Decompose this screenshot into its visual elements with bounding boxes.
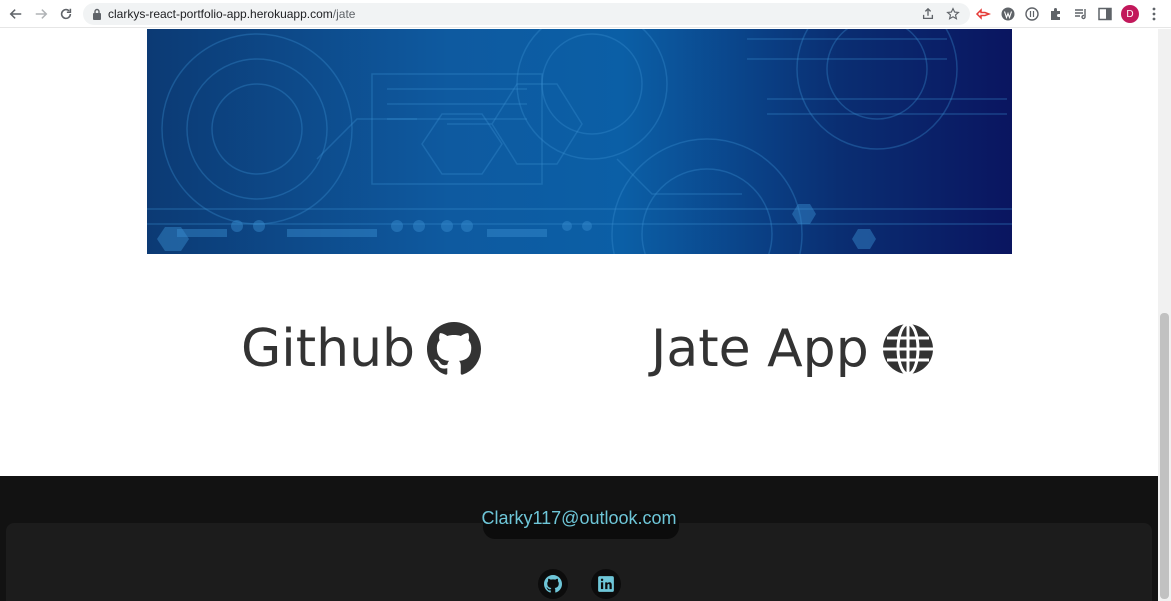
page-viewport: Github Jate App Clarky117@outlook.com: [0, 29, 1158, 601]
globe-icon: [882, 322, 933, 376]
forward-button[interactable]: [31, 4, 51, 24]
project-banner-image: [147, 29, 1012, 254]
jate-app-link-label: Jate App: [651, 319, 869, 379]
url-text: clarkys-react-portfolio-app.herokuapp.co…: [108, 7, 355, 21]
github-icon: [427, 322, 482, 375]
forward-arrow-icon: [35, 9, 48, 19]
redirect-extension-icon: [975, 8, 991, 20]
extension-wordpress-button[interactable]: [1000, 6, 1016, 22]
github-link-label: Github: [241, 319, 416, 379]
project-links: Github Jate App: [0, 309, 1158, 399]
lock-icon: [93, 8, 101, 20]
circuit-background-graphic: [147, 29, 1012, 254]
back-arrow-icon: [9, 9, 22, 19]
more-vert-icon[interactable]: [1148, 6, 1160, 22]
linkedin-icon: [598, 576, 614, 592]
info-circle-icon: [1025, 7, 1039, 21]
github-icon: [544, 575, 562, 593]
page-scrollbar[interactable]: [1158, 29, 1171, 601]
bookmark-star-icon[interactable]: [946, 7, 960, 21]
extensions-button[interactable]: [1048, 6, 1064, 22]
github-link[interactable]: Github: [241, 309, 482, 389]
url-host: clarkys-react-portfolio-app.herokuapp.co…: [108, 7, 333, 21]
contact-email-link[interactable]: Clarky117@outlook.com: [0, 508, 1158, 529]
browser-toolbar: clarkys-react-portfolio-app.herokuapp.co…: [0, 0, 1171, 28]
side-panel-button[interactable]: [1097, 6, 1113, 22]
url-path: /jate: [332, 7, 356, 21]
extension-red-button[interactable]: [975, 6, 991, 22]
jate-app-link[interactable]: Jate App: [651, 309, 935, 389]
reading-list-button[interactable]: [1073, 6, 1089, 22]
playlist-icon: [1075, 9, 1086, 20]
footer-github-button[interactable]: [538, 569, 568, 599]
scrollbar-thumb[interactable]: [1160, 313, 1169, 599]
footer-linkedin-button[interactable]: [591, 569, 621, 599]
extension-circle-button[interactable]: [1024, 6, 1040, 22]
back-button[interactable]: [6, 4, 26, 24]
share-icon[interactable]: [921, 7, 935, 21]
site-footer: Clarky117@outlook.com: [0, 476, 1158, 601]
profile-avatar[interactable]: D: [1121, 5, 1139, 23]
wordpress-icon: [1001, 7, 1015, 21]
reload-button[interactable]: [56, 4, 76, 24]
side-panel-icon: [1098, 7, 1112, 21]
reload-icon: [60, 8, 72, 20]
puzzle-icon: [1051, 8, 1060, 20]
address-bar[interactable]: clarkys-react-portfolio-app.herokuapp.co…: [83, 3, 970, 25]
